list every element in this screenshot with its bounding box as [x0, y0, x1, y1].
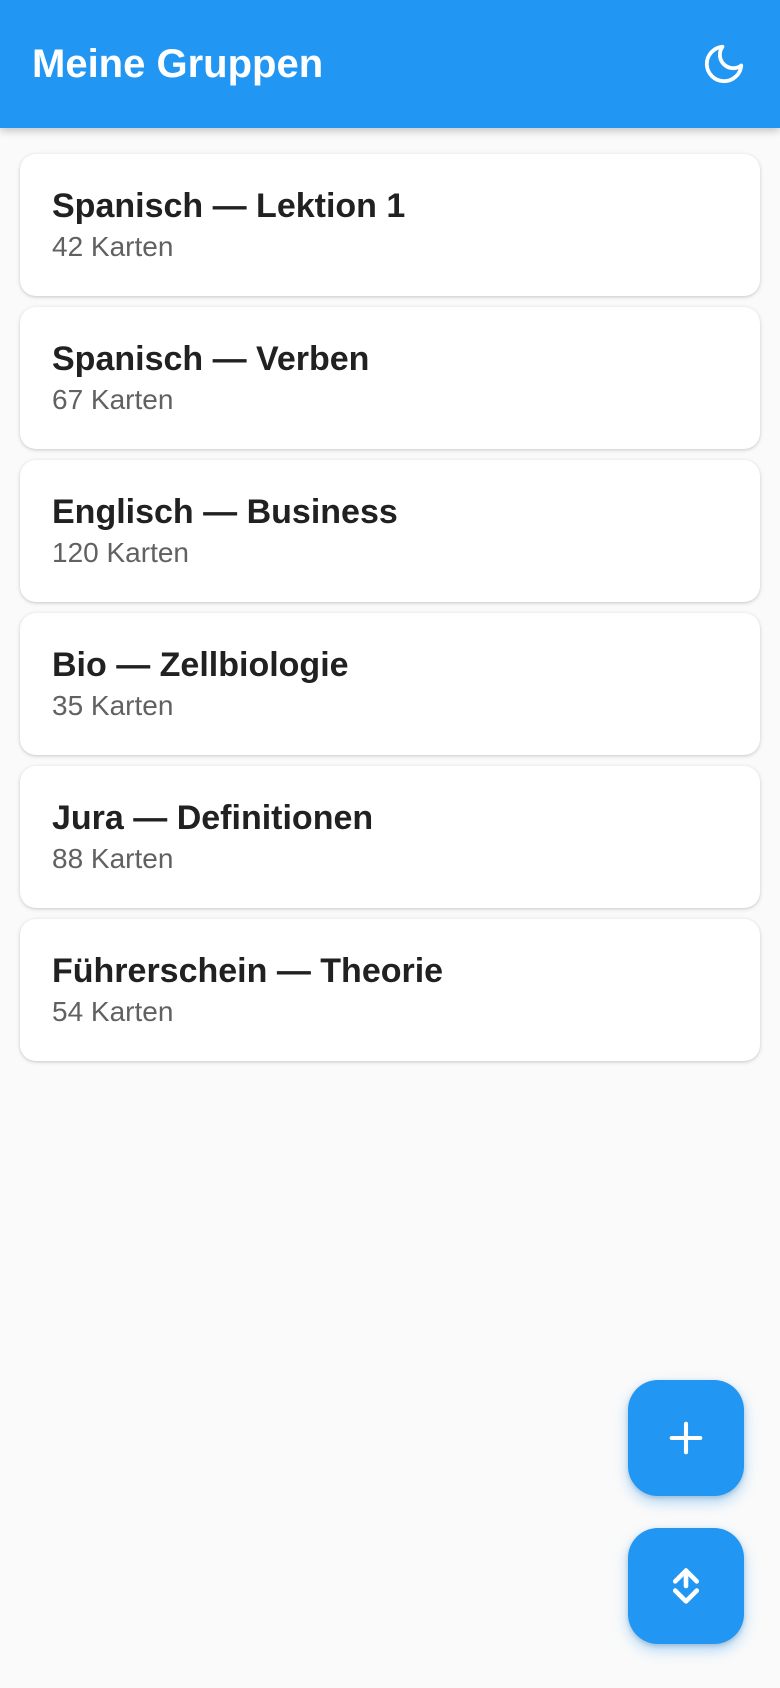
group-card[interactable]: Spanisch — Verben 67 Karten — [20, 307, 760, 449]
group-title: Spanisch — Lektion 1 — [52, 187, 406, 225]
card-count: 54 Karten — [52, 996, 174, 1027]
card-count: 88 Karten — [52, 843, 174, 874]
group-card[interactable]: Jura — Definitionen 88 Karten — [20, 766, 760, 908]
group-title: Führerschein — Theorie — [52, 952, 444, 990]
sort-button[interactable] — [628, 1528, 744, 1644]
card-count: 35 Karten — [52, 690, 174, 721]
page-title: Meine Gruppen — [32, 42, 324, 86]
group-list: Spanisch — Lektion 1 42 Karten Spanisch … — [20, 154, 760, 1072]
group-card[interactable]: Bio — Zellbiologie 35 Karten — [20, 613, 760, 755]
plus-icon — [667, 1419, 705, 1457]
add-group-button[interactable] — [628, 1380, 744, 1496]
card-count: 42 Karten — [52, 231, 174, 262]
group-card[interactable]: Spanisch — Lektion 1 42 Karten — [20, 154, 760, 296]
card-count: 120 Karten — [52, 537, 189, 568]
app-bar: Meine Gruppen — [0, 0, 780, 128]
group-card[interactable]: Englisch — Business 120 Karten — [20, 460, 760, 602]
group-title: Bio — Zellbiologie — [52, 646, 349, 684]
group-card[interactable]: Führerschein — Theorie 54 Karten — [20, 919, 760, 1061]
card-count: 67 Karten — [52, 384, 174, 415]
theme-toggle-button[interactable] — [696, 36, 752, 92]
group-title: Spanisch — Verben — [52, 340, 370, 378]
sort-arrows-icon — [670, 1566, 702, 1606]
group-title: Englisch — Business — [52, 493, 398, 531]
moon-icon — [701, 41, 747, 87]
group-title: Jura — Definitionen — [52, 799, 374, 837]
